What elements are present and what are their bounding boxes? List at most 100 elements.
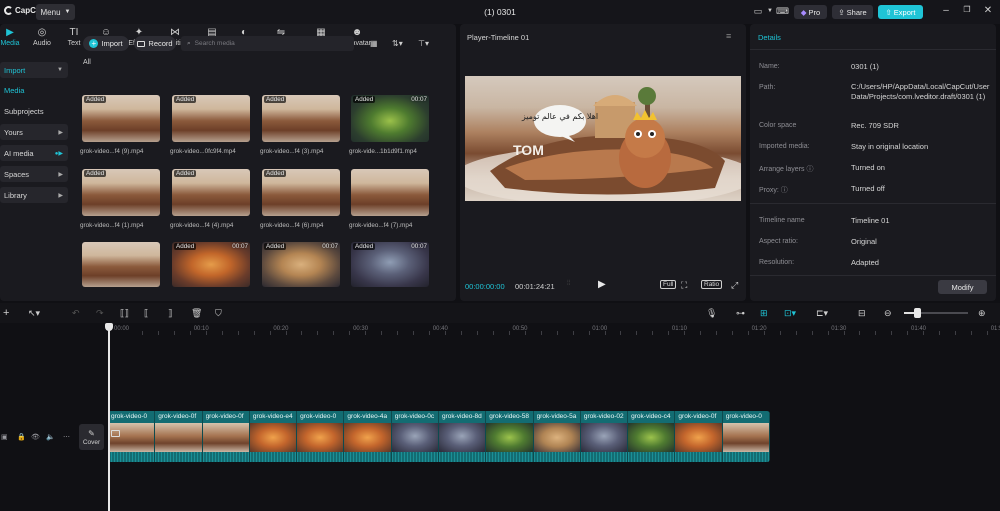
caption-icon[interactable]: ⊟ [858,308,866,318]
timeline-clip[interactable]: grok-video-5a [533,411,581,462]
ratio-label: Ratio [701,280,723,289]
menu-button[interactable]: Menu ▼ [36,4,75,20]
ruler-tick [429,331,431,335]
media-item[interactable] [82,242,160,287]
media-item[interactable]: Added [262,95,340,142]
chevron-down-icon[interactable]: ▼ [764,6,776,17]
preview-axis-icon[interactable]: ⊏▾ [816,308,828,318]
filter-icon[interactable]: ⊤▾ [418,39,429,48]
search-input[interactable]: ⌕ Search media [181,36,354,51]
microphone-icon[interactable]: 🎙 [706,308,717,318]
media-item[interactable]: Added 00:07 [351,242,429,287]
split-icon[interactable]: ⟦⟧ [120,308,129,318]
timeline-clip[interactable]: grok-video-8d [439,411,487,462]
ruler-tick [668,331,670,335]
media-item[interactable]: Added [82,169,160,216]
import-button[interactable]: + Import [83,36,129,51]
zoom-slider-thumb[interactable] [914,308,921,318]
marker-icon[interactable]: ⛉ [215,308,222,318]
timeline-clip[interactable]: grok-video-0 [297,411,345,462]
timeline-clip[interactable]: grok-video-02 [580,411,629,462]
info-icon[interactable]: ⓘ [781,187,788,194]
timeline-clip[interactable]: grok-video-0f [675,411,723,462]
export-icon: ⇧ [885,7,892,17]
export-button[interactable]: ⇧ Export [878,5,923,19]
redo-icon[interactable]: ↷ [96,308,104,318]
sort-icon[interactable]: ⇅▾ [392,39,403,48]
undo-icon[interactable]: ↶ [72,308,80,318]
media-item[interactable]: Added [82,95,160,142]
timeline-clip[interactable]: grok-video-c4 [628,411,676,462]
trim-left-icon[interactable]: ⟦ [144,308,148,318]
grid-view-icon[interactable]: ▦ [370,39,378,48]
pro-button[interactable]: ◆ Pro [794,5,827,19]
visibility-icon[interactable]: 👁 [31,433,40,441]
media-item[interactable]: Added 00:07 [262,242,340,287]
more-icon[interactable]: ⋯ [63,433,70,441]
select-tool-icon[interactable]: ↖▾ [28,308,40,318]
fullscreen-icon[interactable]: ⤢ [731,280,738,291]
magnet-icon[interactable]: ⊞ [760,308,768,318]
playhead[interactable] [108,323,110,511]
timeline-clip[interactable]: grok-video-58 [486,411,534,462]
video-preview[interactable]: اهلا بكم في عالم توميز TOM [465,76,741,201]
crop-icon[interactable]: ⛶ [681,280,687,291]
divider [750,203,996,204]
clip-label: grok-video-5a [536,413,577,420]
link-icon[interactable]: ⊶ [736,308,745,318]
record-button[interactable]: Record [134,36,176,51]
sidebar-item-media[interactable]: Media [0,82,68,98]
keyboard-icon[interactable]: ⌨ [776,6,789,17]
media-item[interactable]: Added [172,169,250,216]
trim-right-icon[interactable]: ⟧ [168,308,172,318]
ratio-button[interactable]: Ratio [701,280,723,289]
cover-button[interactable]: ✎ Cover [79,424,104,450]
media-item[interactable]: Added 00:07 [351,95,429,142]
sidebar-item-yours[interactable]: Yours ▶ [0,124,68,140]
pro-label: Pro [808,7,821,17]
menu-icon[interactable]: ≡ [726,31,731,41]
info-icon[interactable]: ⓘ [806,166,813,173]
sidebar-item-spaces[interactable]: Spaces ▶ [0,166,68,182]
full-button[interactable]: Full [660,280,677,289]
edit-icon: ✎ [88,428,95,438]
layout-icon[interactable]: ▭ [752,6,764,17]
timeline-clip[interactable]: grok-video-e4 [249,411,298,462]
sidebar-item-import[interactable]: Import ▼ [0,62,68,78]
minimize-icon[interactable]: – [940,5,952,16]
playhead-handle[interactable] [105,323,113,331]
sidebar-item-subprojects[interactable]: Subprojects [0,103,68,119]
timeline-clip[interactable]: grok-video-0 [108,411,156,462]
audio-waveform [202,452,249,462]
close-icon[interactable]: ✕ [982,5,994,16]
timeline-clip[interactable]: grok-video-0f [202,411,250,462]
restore-icon[interactable]: ❐ [961,5,973,14]
clip-thumbnail [108,423,155,452]
plus-icon: + [89,39,99,48]
play-button[interactable]: ▶ [598,279,606,290]
timeline-clip[interactable]: grok-video-0c [391,411,439,462]
zoom-in-icon[interactable]: ⊕ [978,308,986,318]
media-item[interactable] [351,169,429,216]
media-item[interactable]: Added [172,95,250,142]
media-item[interactable]: Added [262,169,340,216]
ruler-tick [827,331,829,335]
timeline-clip[interactable]: grok-video-4a [344,411,392,462]
ruler-tick [413,331,415,335]
timeline-clip[interactable]: grok-video-0 [722,411,770,462]
audio-mute-icon[interactable]: 🔈 [46,433,55,441]
timeline-clip[interactable]: grok-video-0f [155,411,203,462]
lock-icon[interactable]: 🔒 [17,433,26,441]
share-icon: ⇪ [838,7,845,17]
ruler-label: 01:00 [592,326,608,332]
sidebar-item-ai-media[interactable]: AI media ●▶ [0,145,68,161]
add-track-icon[interactable]: + [3,308,9,319]
media-item[interactable]: Added 00:07 [172,242,250,287]
sidebar-item-library[interactable]: Library ▶ [0,187,68,203]
share-button[interactable]: ⇪ Share [832,5,873,19]
zoom-out-icon[interactable]: ⊖ [884,308,892,318]
snap-icon[interactable]: ⊡▾ [784,308,796,318]
modify-button[interactable]: Modify [938,280,987,294]
audio-waveform [391,452,438,462]
delete-icon[interactable]: 🗑 [191,308,202,318]
